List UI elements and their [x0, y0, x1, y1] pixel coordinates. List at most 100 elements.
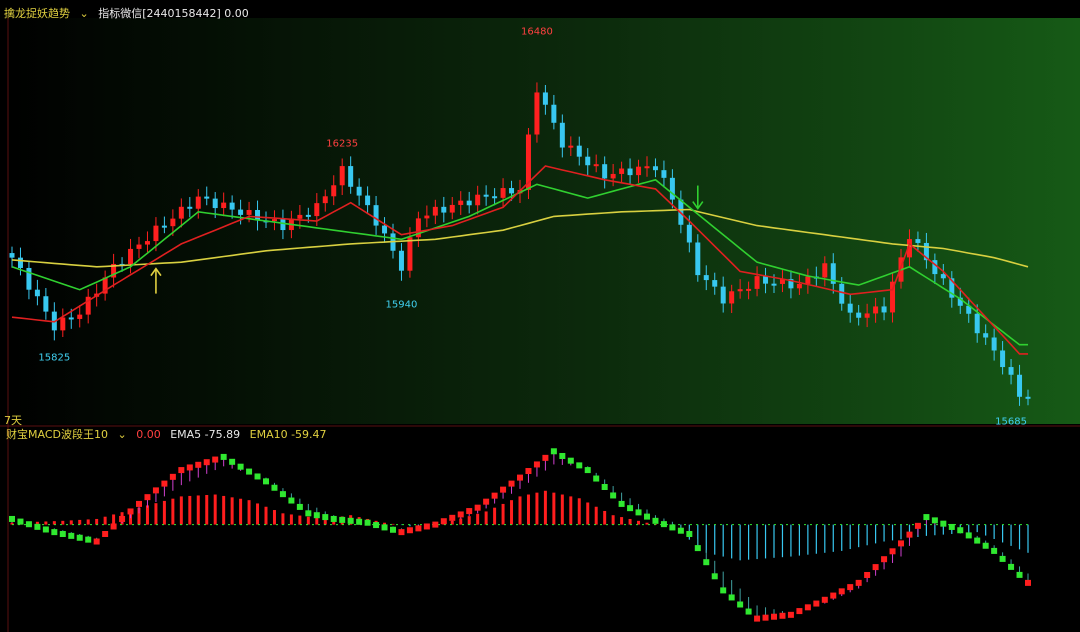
- ema5-marker: [644, 513, 650, 520]
- ema5-marker: [821, 596, 828, 603]
- ema5-marker: [102, 531, 109, 537]
- ema5-marker: [567, 457, 574, 464]
- ema5-marker: [237, 463, 244, 470]
- candle-body: [619, 168, 625, 174]
- ema5-marker: [1016, 571, 1023, 578]
- ema5-marker: [677, 527, 684, 534]
- candle-body: [407, 237, 413, 271]
- ema5-marker: [203, 459, 210, 466]
- ema5-marker: [415, 525, 422, 532]
- ema5-marker: [390, 526, 396, 533]
- ema5-marker: [127, 508, 134, 515]
- ema5-marker: [982, 542, 989, 549]
- candle-body: [746, 288, 752, 291]
- ema5-marker: [813, 600, 820, 607]
- ema5-marker: [847, 584, 854, 591]
- candle-body: [847, 303, 853, 313]
- candle-body: [297, 214, 303, 219]
- candle-body: [339, 166, 345, 186]
- candle-body: [568, 145, 574, 148]
- candle-body: [534, 92, 540, 135]
- ema5-marker: [364, 519, 371, 526]
- candle-body: [314, 203, 320, 217]
- ema5-marker: [254, 473, 261, 480]
- dropdown-chevron-icon[interactable]: ⌄: [80, 7, 89, 20]
- ema5-marker: [898, 540, 904, 547]
- ema5-marker: [339, 516, 346, 523]
- price-label-2: 15940: [386, 300, 418, 311]
- candle-body: [271, 219, 277, 222]
- ema5-marker: [144, 494, 151, 501]
- ema5-marker: [533, 461, 540, 468]
- ema5-marker: [76, 534, 83, 541]
- candle-body: [983, 333, 989, 338]
- ema5-marker: [974, 537, 981, 544]
- ema5-marker: [136, 500, 142, 507]
- ema5-marker: [34, 523, 41, 530]
- ema5-marker: [195, 461, 202, 468]
- ema5-marker: [9, 515, 15, 522]
- ema5-marker: [288, 497, 295, 504]
- ema5-marker: [178, 467, 185, 474]
- ema5-marker: [483, 498, 490, 505]
- candle-body: [161, 225, 167, 228]
- ema5-marker: [923, 514, 930, 521]
- ema5-marker: [610, 492, 617, 499]
- candle-body: [238, 209, 244, 215]
- ema5-marker: [305, 510, 312, 517]
- ema5-marker: [51, 529, 58, 536]
- ema5-marker: [440, 518, 447, 525]
- candle-body: [602, 164, 608, 179]
- ema5-marker: [152, 487, 159, 494]
- candle-body: [255, 210, 261, 221]
- candle-body: [864, 313, 870, 318]
- candle-body: [128, 248, 134, 265]
- ema5-marker: [263, 478, 269, 485]
- candle-body: [204, 196, 210, 199]
- candle-body: [712, 280, 718, 287]
- candle-body: [466, 200, 472, 206]
- ema5-marker: [322, 514, 329, 521]
- candle-body: [974, 313, 980, 334]
- macd-indicator-header: 财宝MACD波段王10 ⌄ 0.00 EMA5 -75.89 EMA10 -59…: [6, 426, 333, 442]
- candle-body: [551, 104, 557, 123]
- ema5-marker: [627, 505, 634, 512]
- candle-body: [509, 188, 515, 194]
- ema5-marker: [1008, 563, 1015, 570]
- ema5-marker: [229, 458, 236, 465]
- macd-indicator-name[interactable]: 财宝MACD波段王10: [6, 428, 108, 441]
- chart-stage: 16480 16235 15940 15825 15685: [0, 18, 1080, 632]
- price-label-3: 15825: [38, 352, 70, 363]
- ema5-marker: [694, 545, 701, 552]
- ema5-marker: [754, 615, 761, 622]
- ema5-marker: [965, 532, 972, 539]
- candle-body: [661, 170, 667, 178]
- candle-body: [77, 314, 83, 319]
- candle-body: [839, 283, 845, 304]
- candle-body: [34, 289, 40, 297]
- candle-body: [542, 92, 548, 105]
- dropdown-chevron-icon[interactable]: ⌄: [117, 428, 126, 441]
- ema5-marker: [330, 515, 337, 522]
- ema5-marker: [1025, 579, 1031, 586]
- ema5-marker: [999, 555, 1006, 562]
- ema5-marker: [313, 512, 320, 519]
- ema5-marker: [423, 523, 430, 530]
- ema5-marker: [17, 518, 24, 525]
- ema5-marker: [42, 526, 49, 533]
- price-indicator-name[interactable]: 擒龙捉妖趋势: [4, 7, 70, 20]
- price-indicator-header: 擒龙捉妖趋势 ⌄ 指标微信[2440158442] 0.00: [4, 5, 255, 21]
- ema5-marker: [576, 462, 583, 469]
- candle-body: [136, 244, 142, 249]
- candle-body: [432, 206, 438, 216]
- candle-body: [280, 219, 286, 231]
- candle-body: [729, 291, 735, 304]
- price-panel-background: [0, 18, 1080, 424]
- candle-body: [686, 224, 692, 243]
- ema5-marker: [618, 500, 625, 507]
- candle-body: [991, 337, 997, 351]
- ema5-marker: [542, 454, 549, 461]
- ema5-marker: [525, 468, 532, 475]
- ema5-marker: [59, 531, 66, 537]
- ema5-marker: [279, 491, 286, 498]
